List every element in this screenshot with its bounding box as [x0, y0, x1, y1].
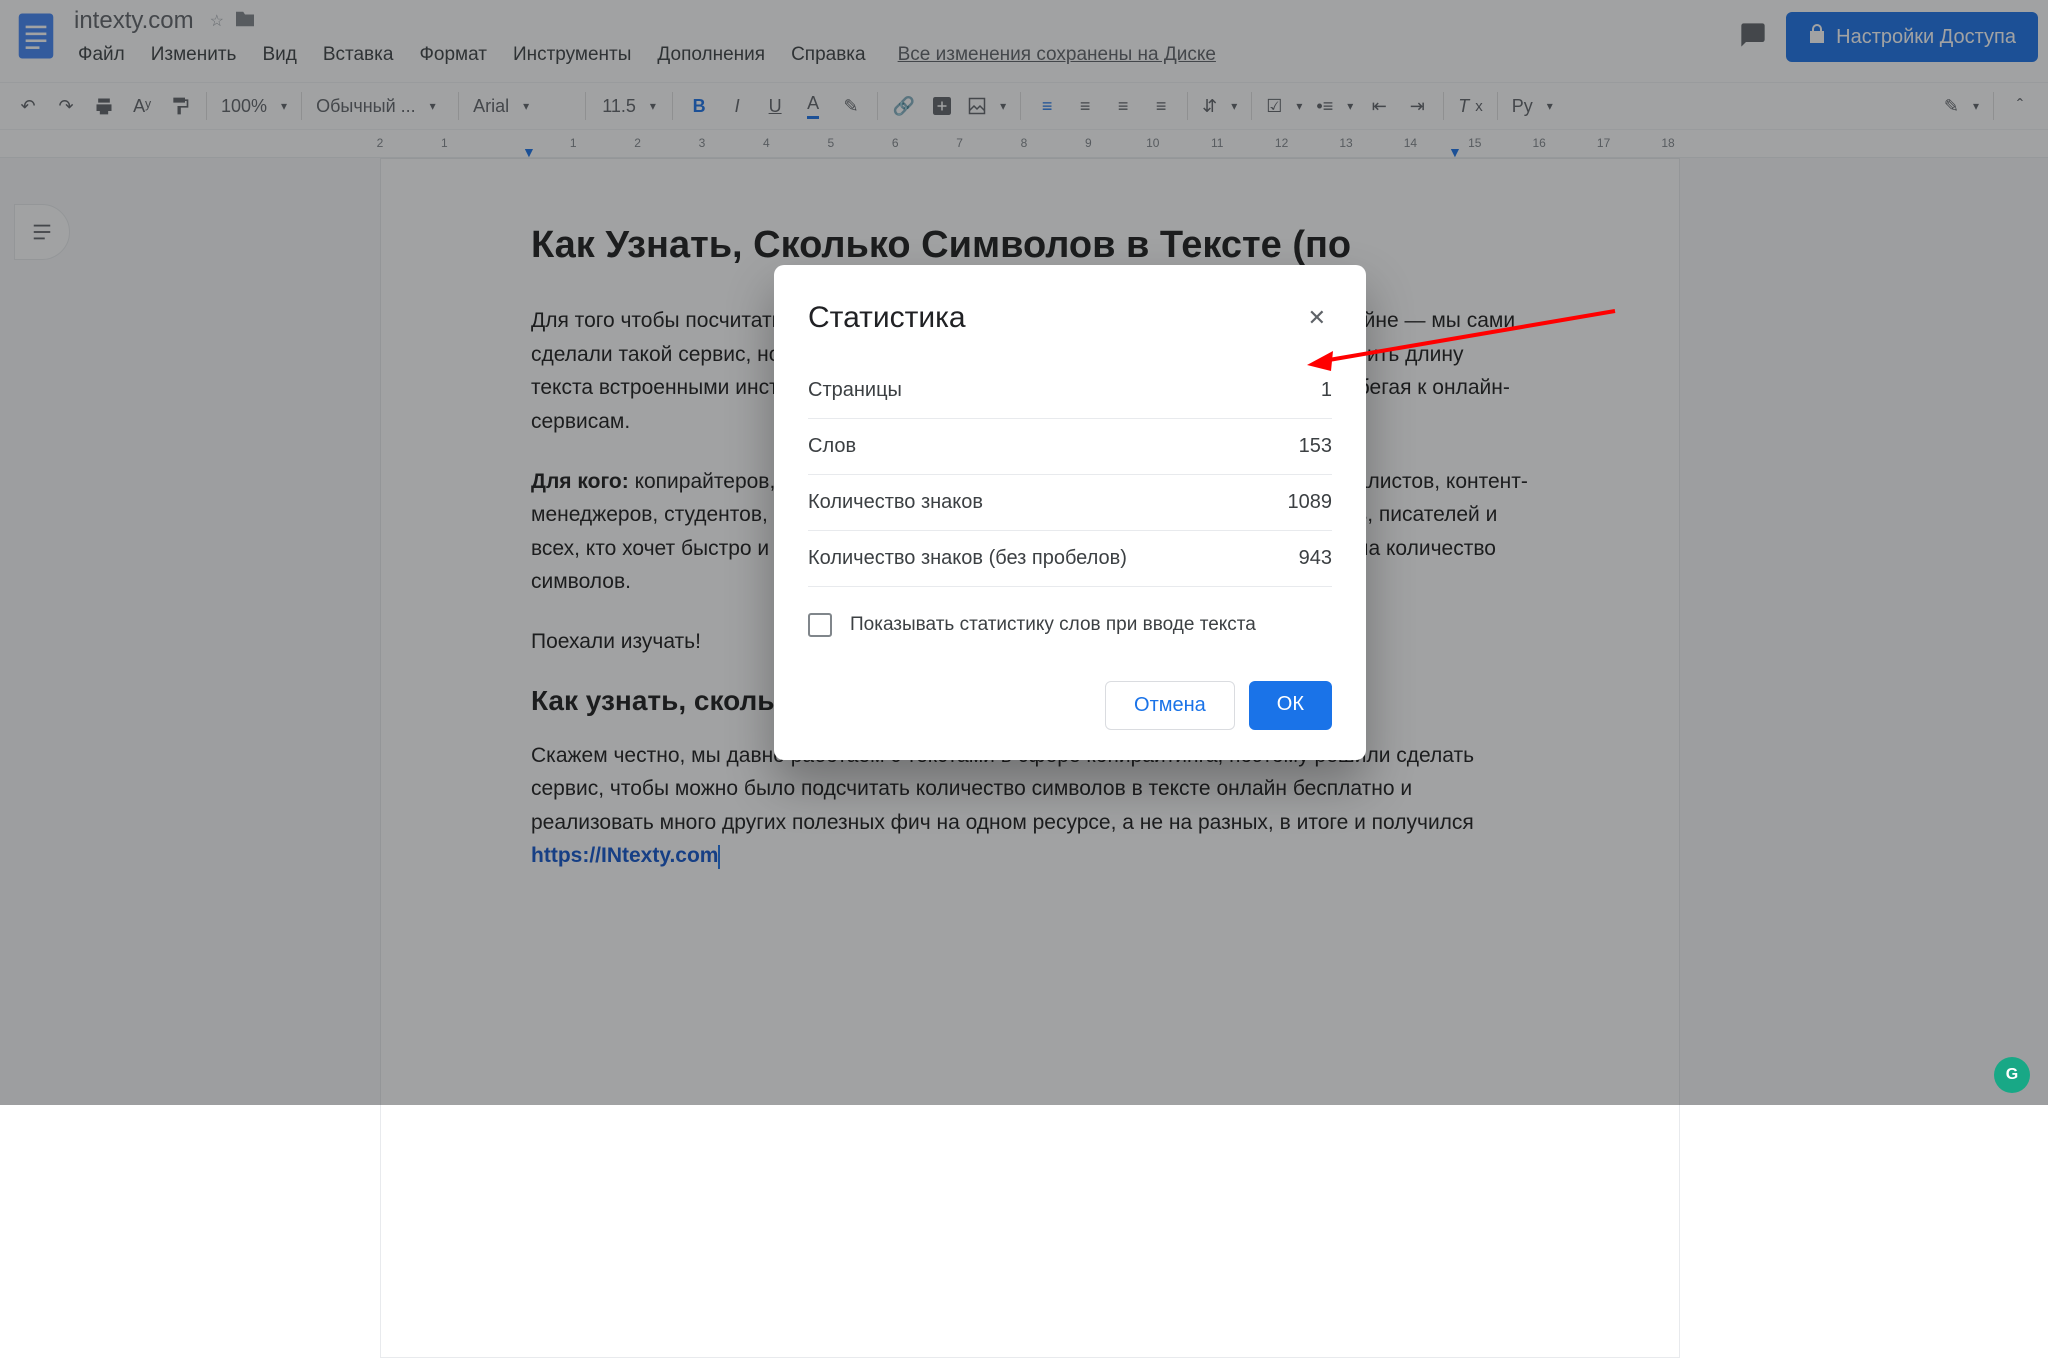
- word-count-dialog: Статистика ✕ Страницы 1 Слов 153 Количес…: [774, 265, 1366, 760]
- stat-label: Страницы: [808, 379, 902, 402]
- stat-value: 153: [1299, 435, 1332, 458]
- stat-value: 943: [1299, 547, 1332, 570]
- stat-row-chars: Количество знаков 1089: [808, 475, 1332, 531]
- checkbox-icon[interactable]: [808, 613, 832, 637]
- stat-row-words: Слов 153: [808, 419, 1332, 475]
- stat-label: Слов: [808, 435, 856, 458]
- stat-row-pages: Страницы 1: [808, 363, 1332, 419]
- checkbox-label: Показывать статистику слов при вводе тек…: [850, 614, 1256, 636]
- stat-value: 1: [1321, 379, 1332, 402]
- cancel-button[interactable]: Отмена: [1105, 681, 1235, 730]
- stat-label: Количество знаков (без пробелов): [808, 547, 1127, 570]
- dialog-title: Статистика: [808, 301, 966, 335]
- stat-label: Количество знаков: [808, 491, 983, 514]
- ok-button[interactable]: ОК: [1249, 681, 1332, 730]
- close-icon[interactable]: ✕: [1302, 299, 1332, 337]
- stat-row-chars-no-spaces: Количество знаков (без пробелов) 943: [808, 531, 1332, 587]
- grammarly-badge-icon[interactable]: G: [1994, 1057, 2030, 1093]
- stat-value: 1089: [1288, 491, 1333, 514]
- display-while-typing-option[interactable]: Показывать статистику слов при вводе тек…: [808, 613, 1332, 637]
